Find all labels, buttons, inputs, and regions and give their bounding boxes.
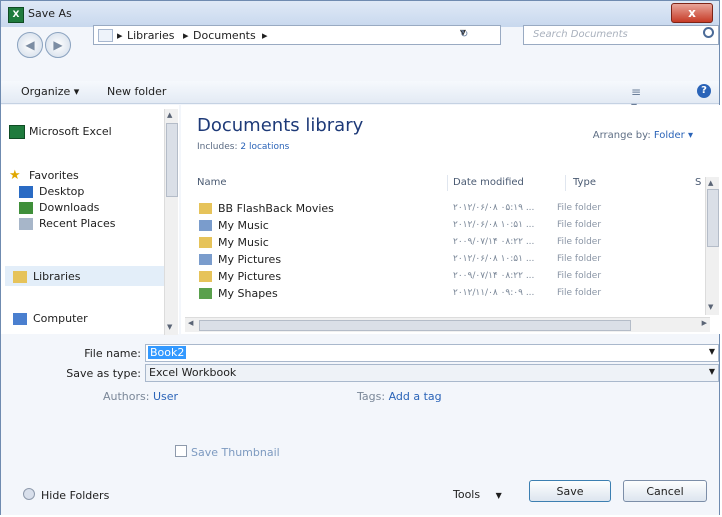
help-icon[interactable]: ? (697, 84, 711, 98)
tags-field: Tags: Add a tag (357, 390, 442, 403)
folder-icon (199, 237, 212, 248)
organize-button[interactable]: Organize ▾ (21, 85, 79, 98)
downloads-icon (19, 202, 33, 214)
locations-link[interactable]: 2 locations (240, 142, 289, 152)
chevron-up-icon (23, 488, 35, 500)
arrange-by: Arrange by: Folder ▾ (592, 130, 693, 141)
hide-folders-button[interactable]: Hide Folders (23, 488, 109, 502)
scroll-thumb[interactable] (707, 189, 719, 247)
scroll-down-icon[interactable]: ▼ (167, 323, 172, 331)
dialog-title: Save As (28, 7, 72, 20)
save-options-panel: File name: Book2 ▼ Save as type: Excel W… (1, 335, 719, 515)
file-row[interactable]: My Pictures ۲۰۰۹/۰۷/۱۴ ۰۸:۲۲ ... File fo… (197, 269, 707, 285)
scroll-up-icon[interactable]: ▲ (708, 179, 713, 187)
scroll-left-icon[interactable]: ◀ (188, 319, 193, 327)
column-header-type[interactable]: Type (573, 177, 596, 188)
navigation-pane: Microsoft Excel ★ Favorites Desktop Down… (1, 105, 179, 335)
save-thumbnail-checkbox[interactable]: Save Thumbnail (175, 445, 280, 459)
breadcrumb-arrow-icon: ▸ (117, 29, 123, 42)
chevron-down-icon[interactable]: ▼ (709, 367, 715, 376)
library-includes: Includes: 2 locations (197, 142, 290, 152)
file-row[interactable]: My Shapes ۲۰۱۲/۱۱/۰۸ ۰۹:۰۹ ... File fold… (197, 286, 707, 302)
breadcrumb-arrow-icon: ▸ (183, 29, 189, 42)
breadcrumb-libraries[interactable]: Libraries (127, 29, 175, 42)
music-icon (199, 220, 212, 231)
new-folder-button[interactable]: New folder (107, 85, 166, 98)
checkbox-icon[interactable] (175, 445, 187, 457)
save-type-select[interactable]: Excel Workbook ▼ (145, 364, 719, 382)
selected-item-highlight (5, 266, 165, 286)
forward-button[interactable]: ▶ (45, 32, 71, 58)
scroll-up-icon[interactable]: ▲ (167, 111, 172, 119)
refresh-icon[interactable]: ↻ (460, 29, 472, 41)
file-row[interactable]: My Music ۲۰۱۲/۰۶/۰۸ ۱۰:۵۱ ... File folde… (197, 218, 707, 234)
computer-icon (13, 313, 27, 325)
library-title: Documents library (197, 115, 364, 136)
nav-scrollbar[interactable]: ▲ ▼ (164, 109, 178, 335)
column-header-size[interactable]: S (695, 177, 701, 188)
tools-button[interactable]: Tools ▼ (453, 488, 502, 501)
search-box[interactable]: Search Documents (523, 25, 719, 45)
save-button[interactable]: Save (529, 480, 611, 502)
column-divider[interactable] (447, 175, 448, 191)
pictures-icon (199, 254, 212, 265)
search-icon[interactable] (703, 27, 714, 38)
close-button[interactable]: x (671, 3, 713, 23)
search-input[interactable]: Search Documents (533, 29, 628, 40)
breadcrumb-arrow-icon: ▸ (262, 29, 268, 42)
title-bar: X Save As x (1, 1, 719, 27)
scroll-thumb[interactable] (166, 123, 178, 197)
chevron-down-icon: ▼ (495, 491, 502, 500)
file-name-field[interactable]: Book2 ▼ (145, 344, 719, 362)
arrange-by-dropdown[interactable]: Folder ▾ (654, 130, 693, 141)
desktop-icon (19, 186, 33, 198)
column-header-date[interactable]: Date modified (453, 177, 524, 188)
scroll-down-icon[interactable]: ▼ (708, 303, 713, 311)
file-list-hscrollbar[interactable]: ◀ ▶ (185, 317, 710, 332)
file-list-pane: Documents library Includes: 2 locations … (181, 105, 721, 334)
folder-icon (98, 29, 113, 42)
column-header-name[interactable]: Name (197, 177, 227, 188)
star-icon: ★ (9, 168, 21, 183)
file-row[interactable]: BB FlashBack Movies ۲۰۱۲/۰۶/۰۸ ۰۵:۱۹ ...… (197, 201, 707, 217)
file-name-label: File name: (84, 347, 141, 360)
folder-icon (199, 271, 212, 282)
tags-value[interactable]: Add a tag (389, 390, 442, 403)
authors-value[interactable]: User (153, 390, 178, 403)
view-options-icon[interactable]: ≡ ▾ (631, 85, 645, 113)
authors-field: Authors: User (103, 390, 179, 403)
excel-icon (9, 125, 25, 139)
chevron-down-icon[interactable]: ▼ (709, 347, 715, 356)
command-toolbar: Organize ▾ New folder ≡ ▾ ? (1, 81, 719, 113)
libraries-icon (13, 271, 27, 283)
recent-icon (19, 218, 33, 230)
file-name-value: Book2 (148, 346, 187, 359)
file-row[interactable]: My Music ۲۰۰۹/۰۷/۱۴ ۰۸:۲۲ ... File folde… (197, 235, 707, 251)
back-button[interactable]: ◀ (17, 32, 43, 58)
save-as-dialog: X Save As x ◀ ▶ ▸ Libraries ▸ Documents … (0, 0, 721, 515)
excel-app-icon: X (8, 7, 24, 23)
scroll-thumb[interactable] (199, 320, 631, 331)
shapes-icon (199, 288, 212, 299)
save-type-label: Save as type: (66, 367, 141, 380)
file-row[interactable]: My Pictures ۲۰۱۲/۰۶/۰۸ ۱۰:۵۱ ... File fo… (197, 252, 707, 268)
file-list-vscrollbar[interactable]: ▲ ▼ (705, 177, 719, 315)
address-bar[interactable]: ▸ Libraries ▸ Documents ▸ ▼ ↻ (93, 25, 501, 45)
cancel-button[interactable]: Cancel (623, 480, 707, 502)
column-divider[interactable] (565, 175, 566, 191)
save-type-value: Excel Workbook (149, 366, 237, 379)
folder-icon (199, 203, 212, 214)
scroll-right-icon[interactable]: ▶ (702, 319, 707, 327)
breadcrumb-documents[interactable]: Documents (193, 29, 256, 42)
